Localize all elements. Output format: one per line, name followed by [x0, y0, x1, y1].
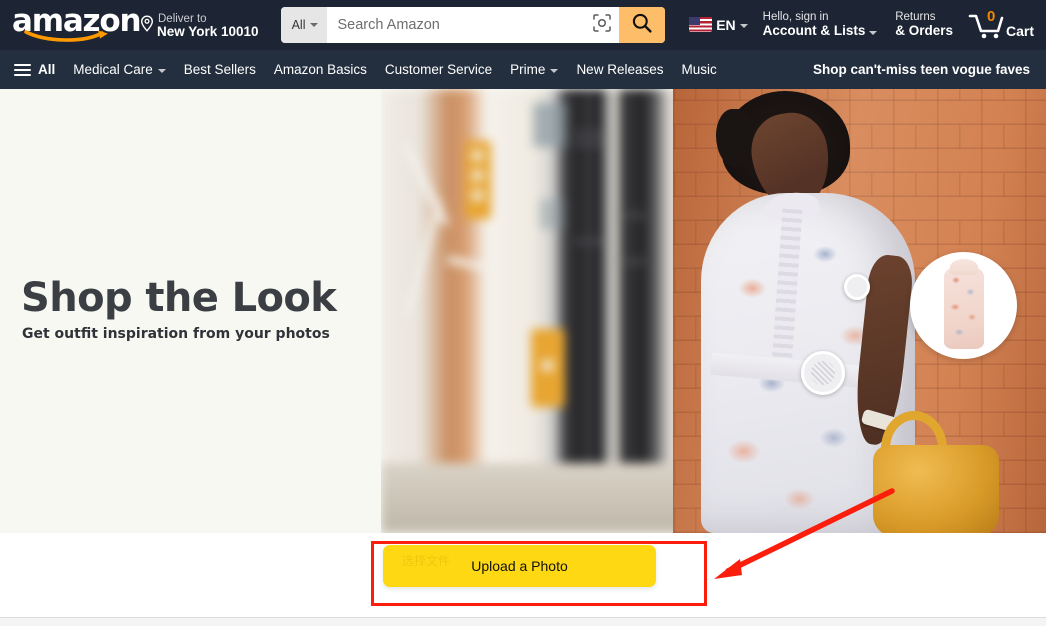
- account-and-lists-menu[interactable]: Hello, sign in Account & Lists: [754, 6, 887, 43]
- search-input[interactable]: [327, 7, 585, 43]
- subnav-label: New Releases: [576, 62, 664, 77]
- sidebar-item-all[interactable]: All: [8, 57, 64, 82]
- hamburger-menu-icon: [14, 63, 31, 76]
- yellow-handbag: [873, 445, 999, 533]
- product-inset-circle[interactable]: [910, 252, 1017, 359]
- hero-image: [381, 89, 1046, 533]
- amazon-shop-the-look-page: amazon Deliver to New York 10010 All Sea…: [0, 0, 1046, 626]
- us-flag-icon: [689, 17, 713, 33]
- search-category-dropdown[interactable]: All: [280, 7, 328, 43]
- subnav-label: Best Sellers: [183, 62, 256, 77]
- top-nav-right-group: EN Hello, sign in Account & Lists Return…: [685, 6, 1046, 43]
- inset-dress-thumbnail: [944, 259, 984, 349]
- all-menu-label: All: [38, 62, 56, 77]
- search-submit-button[interactable]: [618, 7, 665, 43]
- subnav-label: Medical Care: [73, 62, 153, 77]
- magnifier-icon: [631, 12, 653, 39]
- subnav-label: Music: [681, 62, 717, 77]
- product-marker-dot[interactable]: [844, 274, 870, 300]
- search-bar: All: [280, 7, 665, 43]
- subnav-label: Prime: [510, 62, 546, 77]
- belt-buckle: [801, 351, 845, 395]
- hero-text-panel: Shop the Look Get outfit inspiration fro…: [0, 89, 381, 533]
- chevron-down-icon: [869, 30, 878, 35]
- language-label: EN: [716, 16, 736, 33]
- language-selector[interactable]: EN: [685, 17, 753, 33]
- subnav-item-customer-service[interactable]: Customer Service: [376, 57, 501, 82]
- deliver-to-selector[interactable]: Deliver to New York 10010: [134, 7, 267, 43]
- cart-label: Cart: [1005, 22, 1034, 39]
- amazon-smile-icon: [24, 29, 112, 42]
- subnav-item-new-releases[interactable]: New Releases: [567, 57, 672, 82]
- subnav-promo-link[interactable]: Shop can't-miss teen vogue faves: [813, 62, 1046, 77]
- amazon-logo[interactable]: amazon: [10, 6, 142, 44]
- subnav-label: Customer Service: [384, 62, 493, 77]
- subnav-item-prime[interactable]: Prime: [501, 57, 567, 82]
- camera-search-button[interactable]: [584, 7, 619, 43]
- subnav-item-music[interactable]: Music: [672, 57, 725, 82]
- top-navigation-bar: amazon Deliver to New York 10010 All Sea…: [0, 0, 1046, 50]
- camera-search-icon: [592, 13, 612, 38]
- deliver-to-address: New York 10010: [157, 23, 259, 39]
- account-lists-label: Account & Lists: [762, 22, 878, 39]
- subnav-item-amazon-basics[interactable]: Amazon Basics: [265, 57, 376, 82]
- shopping-cart-icon: 0: [968, 7, 1004, 40]
- secondary-navigation-bar: All Medical Care Best Sellers Amazon Bas…: [0, 50, 1046, 89]
- upload-photo-button[interactable]: Upload a Photo: [383, 545, 656, 587]
- chevron-down-icon: [157, 68, 166, 73]
- subnav-item-medical-care[interactable]: Medical Care: [64, 57, 175, 82]
- returns-label: Returns: [895, 11, 936, 24]
- chevron-down-icon: [310, 23, 319, 27]
- returns-and-orders-link[interactable]: Returns & Orders: [886, 6, 962, 43]
- orders-label: & Orders: [895, 22, 953, 38]
- location-pin-icon: [140, 15, 154, 37]
- cart-button[interactable]: 0 Cart: [962, 7, 1046, 40]
- account-lists-text: Account & Lists: [762, 22, 866, 38]
- hero-section: Shop the Look Get outfit inspiration fro…: [0, 89, 1046, 533]
- chevron-down-icon: [739, 23, 748, 28]
- subnav-item-best-sellers[interactable]: Best Sellers: [175, 57, 265, 82]
- footer-strip: [0, 618, 1046, 626]
- page-subtitle: Get outfit inspiration from your photos: [22, 326, 330, 342]
- subnav-label: Amazon Basics: [273, 62, 367, 77]
- page-title: Shop the Look: [21, 275, 337, 321]
- search-category-label: All: [291, 18, 306, 32]
- cart-item-count: 0: [986, 7, 996, 25]
- chevron-down-icon: [550, 68, 559, 73]
